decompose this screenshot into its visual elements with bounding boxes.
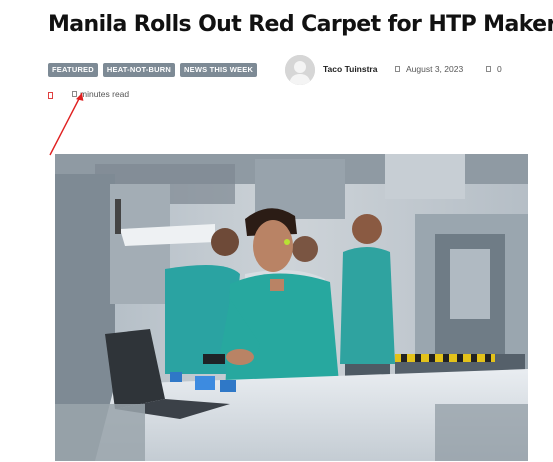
comment-count[interactable]: 0: [486, 64, 502, 74]
avatar-icon: [285, 55, 315, 85]
post-date-text: August 3, 2023: [406, 64, 464, 74]
comment-count-text: 0: [497, 64, 502, 74]
annotation-marker: [48, 92, 53, 99]
tag-list: FEATURED HEAT-NOT-BURN NEWS THIS WEEK: [48, 63, 258, 77]
article-title: Manila Rolls Out Red Carpet for HTP Make…: [48, 12, 553, 37]
tag-heat-not-burn[interactable]: HEAT-NOT-BURN: [102, 63, 176, 77]
calendar-icon: [395, 66, 400, 72]
tag-news-this-week[interactable]: NEWS THIS WEEK: [180, 63, 258, 77]
comment-icon: [486, 66, 491, 72]
read-time-text: minutes read: [80, 89, 130, 99]
author-name[interactable]: Taco Tuinstra: [323, 64, 377, 74]
tag-featured[interactable]: FEATURED: [48, 63, 98, 77]
author-avatar[interactable]: [285, 55, 315, 85]
factory-photo: [55, 154, 528, 461]
clock-icon: [72, 91, 77, 97]
read-time: minutes read: [72, 89, 129, 99]
featured-image: [55, 154, 528, 461]
post-date: August 3, 2023: [395, 64, 463, 74]
